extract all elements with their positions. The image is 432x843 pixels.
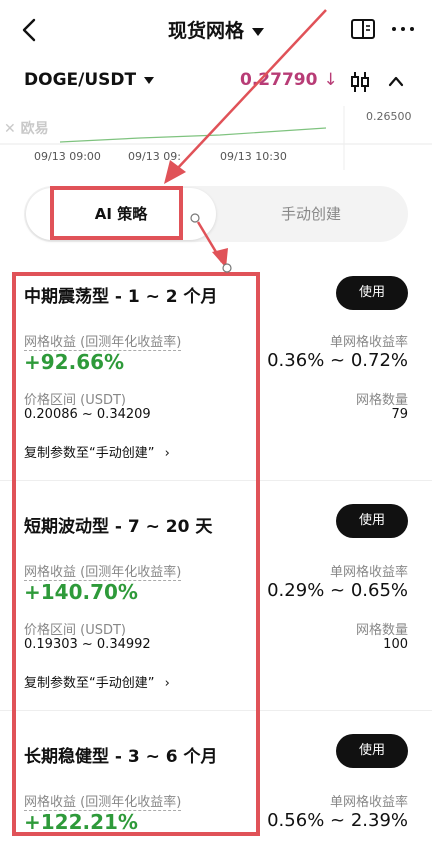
yield-value: +140.70%	[24, 580, 138, 604]
book-icon[interactable]	[350, 17, 376, 41]
top-bar: 现货网格	[0, 0, 432, 58]
tab-manual-create[interactable]: 手动创建	[216, 188, 406, 240]
grid-count-label: 网格数量	[355, 393, 408, 408]
yield-label[interactable]: 网格收益 (回测年化收益率)	[24, 331, 182, 351]
per-grid-value: 0.56% ~ 2.39%	[267, 810, 408, 831]
pair-symbol: DOGE/USDT	[24, 70, 137, 90]
per-grid-value: 0.29% ~ 0.65%	[267, 580, 408, 601]
use-button[interactable]: 使用	[336, 734, 408, 768]
copy-params-label: 复制参数至“手动创建”	[24, 676, 155, 691]
yield-label[interactable]: 网格收益 (回测年化收益率)	[24, 791, 182, 811]
time-tick: 09/13 10:30	[220, 150, 287, 163]
yield-label[interactable]: 网格收益 (回测年化收益率)	[24, 561, 182, 581]
price-value: 0.27790	[240, 70, 318, 90]
mini-price-chart: ✕ 欧易 0.26500 09/13 09:00 09/13 09: 09/13…	[0, 106, 432, 170]
use-button[interactable]: 使用	[336, 504, 408, 538]
tab-ai-strategy[interactable]: AI 策略	[26, 188, 216, 240]
pair-selector[interactable]: DOGE/USDT	[24, 70, 155, 90]
chevron-right-icon: ›	[164, 446, 170, 461]
grid-count-label: 网格数量	[355, 623, 408, 638]
watermark-logo: ✕ 欧易	[4, 118, 49, 138]
strategy-tabs: AI 策略 手动创建	[24, 186, 408, 242]
current-price: 0.27790 ↓	[240, 70, 338, 90]
divider	[0, 710, 432, 711]
copy-params-label: 复制参数至“手动创建”	[24, 446, 155, 461]
strategy-name: 短期波动型 - 7 ~ 20 天	[24, 517, 213, 537]
price-range-value: 0.20086 ~ 0.34209	[24, 407, 151, 422]
divider	[0, 480, 432, 481]
per-grid-label: 单网格收益率	[329, 795, 408, 810]
grid-count-value: 79	[391, 407, 408, 422]
yield-value: +122.21%	[24, 810, 138, 834]
price-range-label: 价格区间 (USDT)	[24, 393, 126, 408]
yield-value: +92.66%	[24, 350, 125, 374]
price-down-arrow: ↓	[323, 70, 338, 90]
strategy-name: 长期稳健型 - 3 ~ 6 个月	[24, 747, 218, 767]
watermark-text: 欧易	[20, 121, 49, 137]
price-range-value: 0.19303 ~ 0.34992	[24, 637, 151, 652]
chevron-right-icon: ›	[164, 676, 170, 691]
more-icon[interactable]	[392, 27, 419, 31]
grid-count-value: 100	[383, 637, 408, 652]
per-grid-label: 单网格收益率	[329, 565, 408, 580]
time-tick: 09/13 09:00	[34, 150, 101, 163]
page-title-label: 现货网格	[167, 20, 244, 42]
per-grid-value: 0.36% ~ 0.72%	[267, 350, 408, 371]
candlestick-icon[interactable]	[348, 70, 372, 94]
per-grid-label: 单网格收益率	[329, 335, 408, 350]
time-tick: 09/13 09:	[128, 150, 181, 163]
annotation-dot	[222, 263, 232, 273]
strategy-name: 中期震荡型 - 1 ~ 2 个月	[24, 287, 218, 307]
copy-params-link[interactable]: 复制参数至“手动创建” ›	[24, 442, 170, 461]
copy-params-link[interactable]: 复制参数至“手动创建” ›	[24, 672, 170, 691]
price-axis-label: 0.26500	[366, 110, 412, 123]
chevron-up-icon[interactable]	[388, 74, 404, 88]
arrow-head	[212, 248, 228, 268]
price-line	[59, 127, 327, 143]
price-range-label: 价格区间 (USDT)	[24, 623, 126, 638]
logo-icon: ✕	[4, 121, 16, 137]
use-button[interactable]: 使用	[336, 276, 408, 310]
caret-down-icon	[144, 76, 155, 84]
caret-down-icon	[252, 27, 264, 36]
